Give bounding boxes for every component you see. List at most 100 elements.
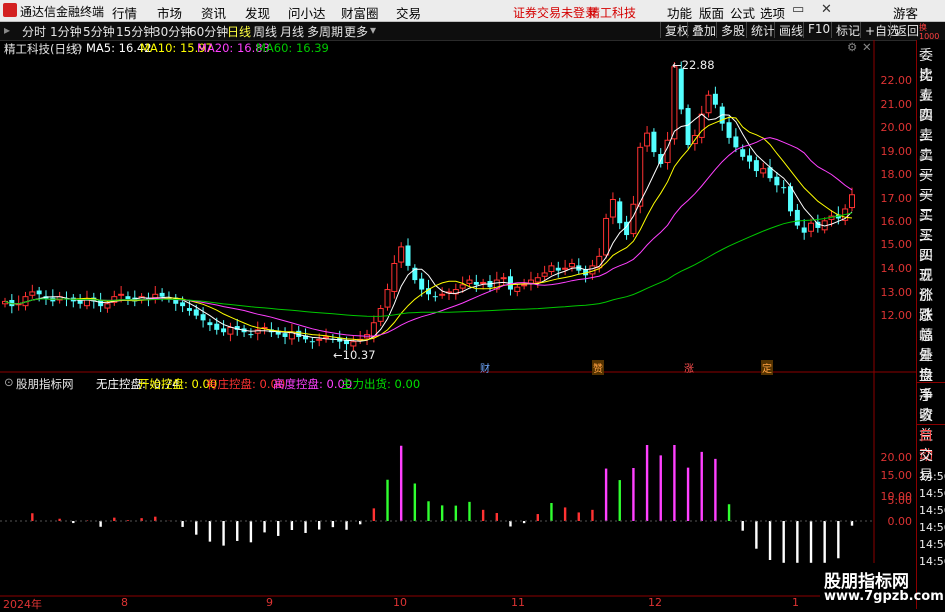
- menu-banmian[interactable]: 版面: [699, 3, 724, 22]
- price-tick: 16.00: [880, 215, 913, 228]
- low-price-annotation: ←10.37: [333, 348, 376, 362]
- candle-body: [740, 149, 746, 157]
- guest-label[interactable]: 游客: [893, 3, 918, 22]
- price-tick: 21.00: [880, 98, 913, 111]
- candle-body: [747, 155, 753, 162]
- period-bar: ▸ 分时 1分钟 5分钟 15分钟 30分钟 60分钟 日线 周线 月线 多周期…: [0, 22, 945, 41]
- candle-body: [221, 328, 227, 333]
- menu-shichang[interactable]: 市场: [157, 3, 182, 22]
- collapse-icon[interactable]: ▸: [4, 23, 10, 37]
- candle-body: [678, 68, 684, 110]
- btn-tongji[interactable]: 统计: [746, 22, 775, 38]
- btn-duogu[interactable]: 多股: [716, 22, 745, 38]
- candle-body: [609, 199, 616, 218]
- period-more[interactable]: 更多: [344, 23, 368, 40]
- candle-body: [248, 334, 254, 336]
- candle-body: [617, 201, 623, 224]
- candle-body: [36, 290, 42, 295]
- restore-icon[interactable]: ▭: [792, 2, 804, 17]
- period-monthly[interactable]: 月线: [280, 23, 304, 40]
- period-multi[interactable]: 多周期: [307, 23, 343, 40]
- candle-body: [712, 93, 718, 105]
- period-fenshi[interactable]: 分时: [22, 23, 46, 40]
- btn-biaoji[interactable]: 标记: [831, 22, 860, 38]
- period-1min[interactable]: 1分钟: [50, 23, 82, 40]
- price-tick: 22.00: [880, 74, 913, 87]
- period-60min[interactable]: 60分钟: [189, 23, 228, 40]
- date-label: 12: [648, 596, 662, 609]
- price-tick: 17.00: [880, 192, 913, 205]
- indicator-l5: 主力出货: 0.00: [341, 377, 421, 391]
- menu-jiaoyi[interactable]: 交易: [396, 3, 421, 22]
- side-time: 14:56: [919, 470, 945, 483]
- btn-fuquan[interactable]: 复权: [660, 22, 689, 38]
- candle-body: [568, 262, 575, 268]
- indicator-title: 股朋指标网: [16, 377, 74, 391]
- indicator-bars-group: [0, 445, 874, 563]
- candle-body: [125, 296, 131, 300]
- menu-caifuquan[interactable]: 财富圈: [341, 3, 379, 22]
- side-quote-panel: 换 1000 委比 卖五 卖四 卖三 卖二 卖一 买一 买二 买三 买四 买五 …: [916, 24, 945, 609]
- candle-body: [534, 277, 541, 283]
- price-tick: 13.00: [880, 286, 913, 299]
- btn-f10[interactable]: F10: [803, 22, 830, 38]
- candle-body: [459, 284, 466, 289]
- btn-fanhui[interactable]: 返回: [890, 22, 919, 38]
- candle-body: [760, 168, 767, 174]
- candle-body: [685, 108, 691, 145]
- candle-body: [227, 326, 234, 335]
- candle-body: [733, 136, 739, 148]
- stock-name-label: 精工科技: [588, 6, 637, 20]
- candle-body: [849, 194, 855, 209]
- sub-legend-icon[interactable]: ⊙: [4, 375, 14, 389]
- event-marker-zan[interactable]: 赞: [592, 360, 604, 375]
- close-icon[interactable]: ✕: [821, 2, 832, 17]
- menu-gongshi[interactable]: 公式: [730, 3, 755, 22]
- side-top-2: 1000: [919, 32, 940, 41]
- event-marker-zhang[interactable]: 涨: [683, 360, 695, 375]
- date-label: 9: [266, 596, 273, 609]
- candle-body: [323, 336, 330, 339]
- candle-body: [186, 308, 192, 311]
- side-time: 14:56: [919, 538, 945, 551]
- period-30min[interactable]: 30分钟: [153, 23, 192, 40]
- menu-hangqing[interactable]: 行情: [112, 3, 137, 22]
- more-chevron-icon[interactable]: ▾: [370, 23, 376, 37]
- side-top-1: 换: [919, 23, 927, 32]
- ma-lines-group: [4, 113, 853, 342]
- period-15min[interactable]: 15分钟: [116, 23, 155, 40]
- period-daily[interactable]: 日线: [227, 23, 251, 40]
- candle-body: [419, 278, 425, 290]
- menu-xuanxiang[interactable]: 选项: [760, 3, 785, 22]
- kline-chart[interactable]: [0, 40, 916, 609]
- btn-huaxian[interactable]: 画线: [774, 22, 803, 38]
- menu-wenxiaoda[interactable]: 问小达: [288, 3, 326, 22]
- high-price-annotation: ←22.88: [672, 58, 715, 72]
- menu-gongneng[interactable]: 功能: [667, 3, 692, 22]
- candle-body: [118, 293, 125, 296]
- candle-body: [801, 227, 807, 233]
- price-tick: 15.00: [880, 238, 913, 251]
- period-5min[interactable]: 5分钟: [83, 23, 115, 40]
- event-marker-cai[interactable]: 财: [479, 360, 491, 375]
- btn-diejia[interactable]: 叠加: [687, 22, 716, 38]
- high-price-value: 22.88: [681, 58, 715, 72]
- candle-body: [753, 160, 759, 172]
- candle-body: [589, 265, 596, 275]
- date-label: 1: [792, 596, 799, 609]
- price-tick: 14.00: [880, 262, 913, 275]
- candle-body: [521, 284, 528, 287]
- low-price-value: 10.37: [342, 348, 376, 362]
- menu-zixun[interactable]: 资讯: [201, 3, 226, 22]
- candle-body: [391, 262, 398, 292]
- event-marker-ding[interactable]: 定: [761, 360, 773, 375]
- candle-body: [781, 187, 787, 189]
- candle-body: [644, 132, 651, 147]
- period-weekly[interactable]: 周线: [253, 23, 277, 40]
- candle-body: [562, 267, 569, 270]
- menu-faxian[interactable]: 发现: [245, 3, 270, 22]
- candles-group: [2, 61, 855, 351]
- candle-body: [637, 146, 644, 207]
- trade-login-warning[interactable]: 证券交易未登录: [513, 4, 597, 21]
- date-label: 10: [393, 596, 407, 609]
